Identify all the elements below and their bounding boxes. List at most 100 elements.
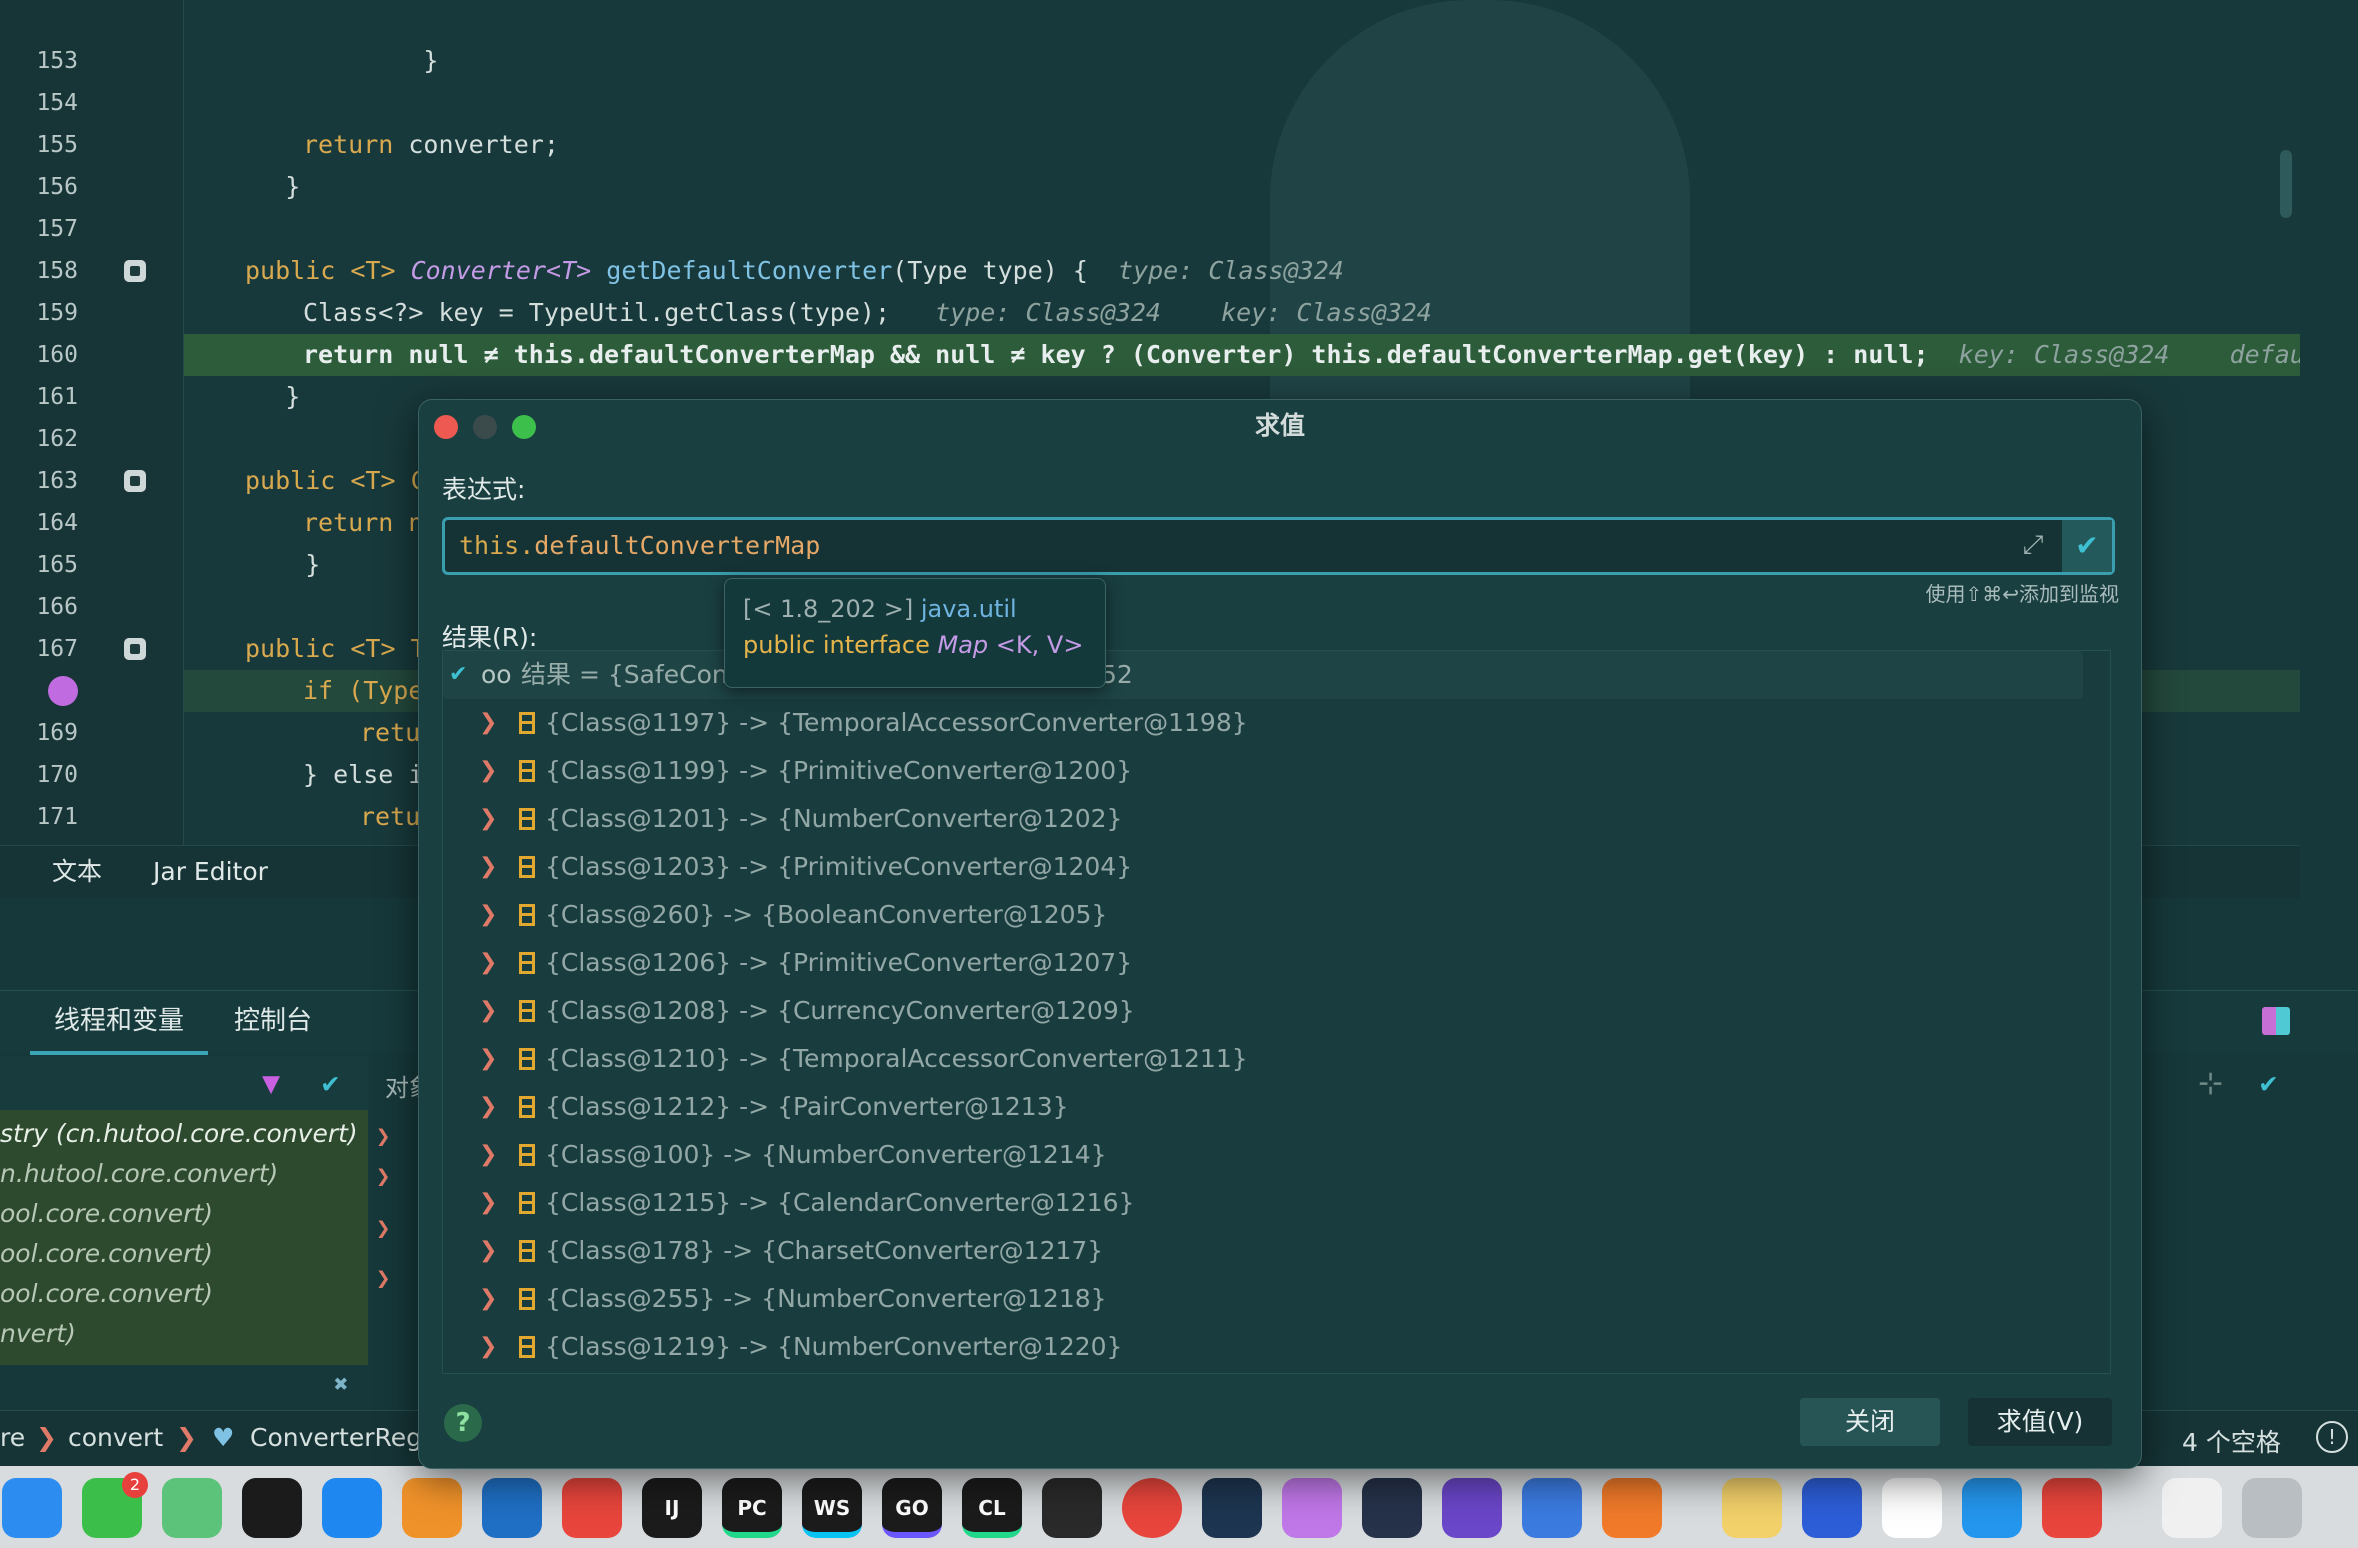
frame-item[interactable]: nvert) <box>0 1314 76 1354</box>
method-breakpoint-icon[interactable] <box>124 638 146 660</box>
add-watch-icon[interactable]: ⊹ <box>2198 1066 2223 1101</box>
frame-item[interactable]: ool.core.convert) <box>0 1234 213 1274</box>
close-icon[interactable]: ✖ <box>334 1370 348 1398</box>
expand-icon[interactable]: ❯ <box>376 1214 390 1242</box>
chevron-right-icon[interactable]: ❯ <box>479 891 497 939</box>
expand-icon[interactable]: ❯ <box>376 1264 390 1292</box>
close-button[interactable]: 关闭 <box>1800 1398 1940 1446</box>
chevron-right-icon[interactable]: ❯ <box>479 1323 497 1371</box>
stickies-icon[interactable] <box>1722 1478 1782 1538</box>
map-entry-row[interactable]: ❯ {Class@1197} -> {TemporalAccessorConver… <box>443 699 2083 747</box>
frame-item[interactable]: n.hutool.core.convert) <box>0 1154 278 1194</box>
map-entry-row[interactable]: ❯ {Class@1210} -> {TemporalAccessorConver… <box>443 1035 2083 1083</box>
breadcrumb-item[interactable]: convert <box>68 1423 163 1452</box>
chevron-right-icon[interactable]: ❯ <box>479 1179 497 1227</box>
code-line[interactable]: 153 } <box>0 40 2300 82</box>
expand-icon[interactable]: ❯ <box>376 1162 390 1190</box>
frames-list[interactable]: stry (cn.hutool.core.convert) n.hutool.c… <box>0 1110 368 1365</box>
code-line[interactable]: 158 public <T> Converter<T> getDefaultCo… <box>0 250 2300 292</box>
chevron-down-icon[interactable]: ✔ <box>2260 1066 2277 1099</box>
filter-icon[interactable]: ▼ <box>262 1066 280 1101</box>
app-icon[interactable] <box>1282 1478 1342 1538</box>
map-entry-row[interactable]: ❯ {Class@255} -> {NumberConverter@1218} <box>443 1275 2083 1323</box>
expand-icon[interactable]: ⤢ <box>2018 530 2048 560</box>
chevron-right-icon[interactable]: ❯ <box>479 1227 497 1275</box>
layout-icon[interactable] <box>2262 1007 2290 1035</box>
chevron-right-icon[interactable]: ❯ <box>479 1131 497 1179</box>
app-icon[interactable] <box>1602 1478 1662 1538</box>
code-line[interactable]: 155 return converter; <box>0 124 2300 166</box>
chevron-right-icon[interactable]: ❯ <box>479 747 497 795</box>
document-icon[interactable] <box>2162 1478 2222 1538</box>
clion-icon[interactable]: CL <box>962 1478 1022 1538</box>
tab-jar-editor[interactable]: Jar Editor <box>153 846 268 898</box>
result-root-row[interactable]: ✔ oo 结果 = {SafeCon 52 <box>443 651 2083 699</box>
history-dropdown-icon[interactable]: ✔ <box>2062 520 2112 572</box>
expand-icon[interactable]: ❯ <box>376 1122 390 1150</box>
tab-text[interactable]: 文本 <box>30 846 125 902</box>
chevron-right-icon[interactable]: ❯ <box>479 987 497 1035</box>
chevron-down-icon[interactable]: ✔ <box>322 1066 339 1099</box>
info-icon[interactable]: ! <box>2316 1421 2348 1453</box>
app-store-icon[interactable] <box>322 1478 382 1538</box>
goland-icon[interactable]: GO <box>882 1478 942 1538</box>
chevron-right-icon[interactable]: ❯ <box>479 843 497 891</box>
app-icon[interactable] <box>1802 1478 1862 1538</box>
editor-scrollbar[interactable] <box>2280 150 2292 218</box>
map-entry-row[interactable]: ❯ {Class@100} -> {NumberConverter@1214} <box>443 1131 2083 1179</box>
result-tree[interactable]: ✔ oo 结果 = {SafeCon 52 ❯ {Class@1197} -> {… <box>442 650 2111 1374</box>
app-icon[interactable] <box>402 1478 462 1538</box>
map-entry-row[interactable]: ❯ {Class@1212} -> {PairConverter@1213} <box>443 1083 2083 1131</box>
wps-icon[interactable] <box>2042 1478 2102 1538</box>
map-entry-row[interactable]: ❯ {Class@178} -> {CharsetConverter@1217} <box>443 1227 2083 1275</box>
app-icon[interactable] <box>562 1478 622 1538</box>
docker-icon[interactable] <box>1962 1478 2022 1538</box>
chevron-right-icon[interactable]: ❯ <box>479 699 497 747</box>
code-line[interactable]: 156 } <box>0 166 2300 208</box>
map-entry-row[interactable]: ❯ {Class@1199} -> {PrimitiveConverter@120… <box>443 747 2083 795</box>
map-entry-row[interactable]: ❯ {Class@1219} -> {NumberConverter@1220} <box>443 1323 2083 1371</box>
app-icon[interactable] <box>1042 1478 1102 1538</box>
code-line[interactable]: 157 <box>0 208 2300 250</box>
terminal-icon[interactable] <box>242 1478 302 1538</box>
netease-music-icon[interactable] <box>1122 1478 1182 1538</box>
frame-item[interactable]: ool.core.convert) <box>0 1274 213 1314</box>
code-line[interactable]: 159 Class<?> key = TypeUtil.getClass(typ… <box>0 292 2300 334</box>
map-entry-row[interactable]: ❯ {Class@1206} -> {PrimitiveConverter@120… <box>443 939 2083 987</box>
intellij-icon[interactable]: IJ <box>642 1478 702 1538</box>
app-icon[interactable] <box>1362 1478 1422 1538</box>
map-entry-row[interactable]: ❯ {Class@1208} -> {CurrencyConverter@1209… <box>443 987 2083 1035</box>
webstorm-icon[interactable]: WS <box>802 1478 862 1538</box>
chevron-down-icon[interactable]: ✔ <box>449 651 467 699</box>
code-line[interactable]: 154 <box>0 82 2300 124</box>
evaluate-button[interactable]: 求值(V) <box>1968 1398 2112 1446</box>
chevron-right-icon[interactable]: ❯ <box>479 1083 497 1131</box>
method-breakpoint-icon[interactable] <box>124 470 146 492</box>
app-icon[interactable] <box>1522 1478 1582 1538</box>
frame-item[interactable]: stry (cn.hutool.core.convert) <box>0 1114 358 1154</box>
chevron-right-icon[interactable]: ❯ <box>479 939 497 987</box>
frame-item[interactable]: ool.core.convert) <box>0 1194 213 1234</box>
app-icon[interactable] <box>1202 1478 1262 1538</box>
breadcrumb-item[interactable]: re <box>0 1423 25 1452</box>
breadcrumb-item[interactable]: ConverterReg <box>250 1423 422 1452</box>
finder-icon[interactable] <box>2 1478 62 1538</box>
chevron-right-icon[interactable]: ❯ <box>479 1035 497 1083</box>
chevron-right-icon[interactable]: ❯ <box>479 795 497 843</box>
indent-indicator[interactable]: 4 个空格 <box>2182 1423 2281 1459</box>
trash-icon[interactable] <box>2242 1478 2302 1538</box>
pycharm-icon[interactable]: PC <box>722 1478 782 1538</box>
app-icon[interactable] <box>1442 1478 1502 1538</box>
cleaner-icon[interactable] <box>162 1478 222 1538</box>
tab-console[interactable]: 控制台 <box>234 991 312 1051</box>
expression-input[interactable]: this.defaultConverterMap ⤢ ✔ <box>442 517 2115 575</box>
method-breakpoint-icon[interactable] <box>124 260 146 282</box>
help-button[interactable]: ? <box>444 1404 482 1442</box>
tab-threads-variables[interactable]: 线程和变量 <box>30 991 209 1055</box>
chevron-right-icon[interactable]: ❯ <box>479 1275 497 1323</box>
map-entry-row[interactable]: ❯ {Class@260} -> {BooleanConverter@1205} <box>443 891 2083 939</box>
code-line-current[interactable]: 160 return null ≠ this.defaultConverterM… <box>0 334 2300 376</box>
map-entry-row[interactable]: ❯ {Class@1203} -> {PrimitiveConverter@120… <box>443 843 2083 891</box>
qq-icon[interactable] <box>1882 1478 1942 1538</box>
vscode-icon[interactable] <box>482 1478 542 1538</box>
